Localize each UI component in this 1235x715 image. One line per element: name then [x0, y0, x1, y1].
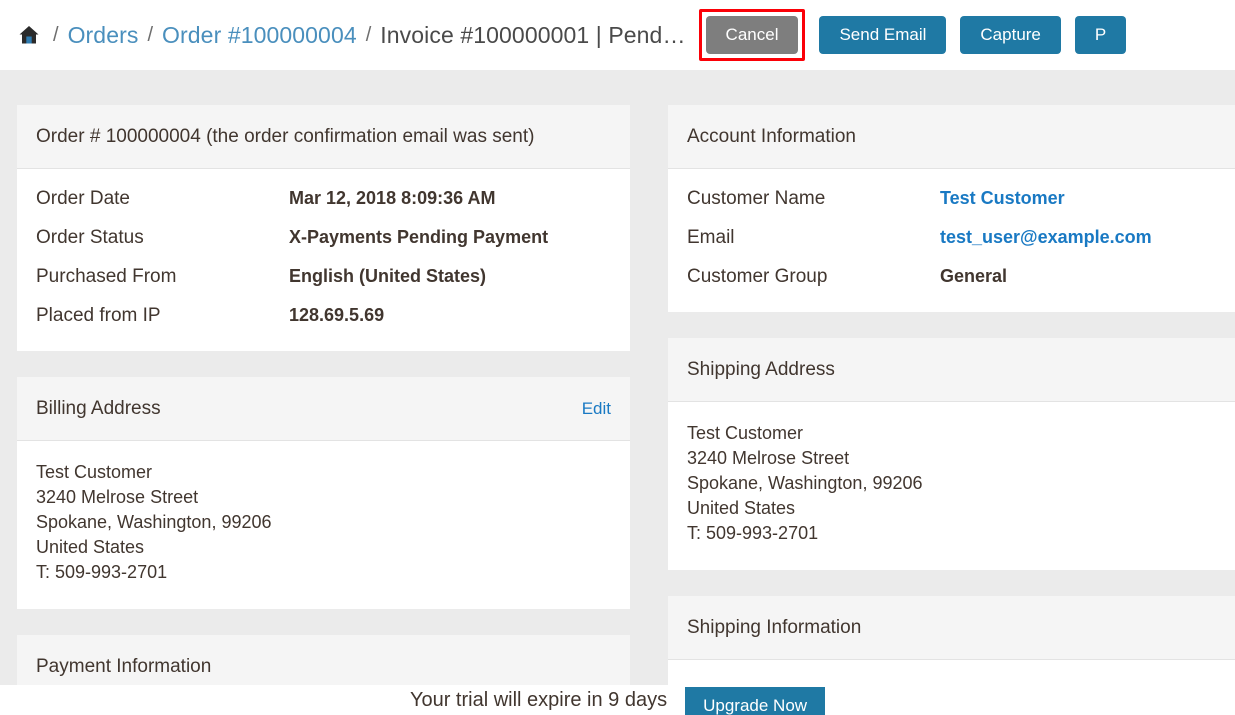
shipping-address-line: T: 509-993-2701 — [687, 523, 819, 543]
shipping-information-header: Shipping Information — [668, 596, 1235, 660]
billing-address-line: United States — [36, 537, 145, 557]
breadcrumb-separator-1: / — [53, 23, 59, 46]
placed-from-ip-row: Placed from IP 128.69.5.69 — [36, 305, 611, 327]
account-information-body: Customer Name Test Customer Email test_u… — [668, 169, 1235, 312]
order-panel-header: Order # 100000004 (the order confirmatio… — [17, 105, 630, 169]
billing-address-line: Test Customer — [36, 462, 153, 482]
shipping-address-header: Shipping Address — [668, 338, 1235, 402]
shipping-address-body: Test Customer 3240 Melrose Street Spokan… — [668, 402, 1235, 570]
order-panel-title: Order # 100000004 (the order confirmatio… — [36, 126, 535, 147]
breadcrumb-separator-2: / — [147, 23, 154, 46]
customer-name-label: Customer Name — [687, 188, 826, 209]
customer-name-value[interactable]: Test Customer — [940, 188, 1065, 209]
upgrade-now-button[interactable]: Upgrade Now — [685, 687, 826, 715]
shipping-address-title: Shipping Address — [687, 359, 835, 380]
order-details-list: Order Date Mar 12, 2018 8:09:36 AM Order… — [36, 188, 611, 327]
order-panel-body: Order Date Mar 12, 2018 8:09:36 AM Order… — [17, 169, 630, 351]
order-status-row: Order Status X-Payments Pending Payment — [36, 227, 611, 249]
billing-address-panel: Billing Address Edit Test Customer 3240 … — [17, 377, 630, 609]
shipping-information-panel: Shipping Information — [668, 596, 1235, 685]
customer-email-value[interactable]: test_user@example.com — [940, 227, 1152, 248]
customer-email-label: Email — [687, 227, 735, 248]
trial-message: Your trial will expire in 9 days — [409, 688, 668, 711]
order-status-label: Order Status — [36, 227, 144, 248]
order-date-value: Mar 12, 2018 8:09:36 AM — [289, 188, 496, 208]
order-panel: Order # 100000004 (the order confirmatio… — [17, 105, 630, 351]
order-date-label: Order Date — [36, 188, 130, 209]
purchased-from-value: English (United States) — [289, 266, 487, 286]
main-content: Order # 100000004 (the order confirmatio… — [0, 70, 1235, 685]
shipping-address-line: 3240 Melrose Street — [687, 448, 850, 468]
left-column: Order # 100000004 (the order confirmatio… — [17, 105, 630, 685]
billing-address-body: Test Customer 3240 Melrose Street Spokan… — [17, 441, 630, 609]
shipping-address-line: Test Customer — [687, 423, 804, 443]
send-email-button[interactable]: Send Email — [819, 16, 947, 54]
customer-group-row: Customer Group General — [687, 266, 1235, 288]
billing-address-header: Billing Address Edit — [17, 377, 630, 441]
customer-email-row: Email test_user@example.com — [687, 227, 1235, 249]
account-information-panel: Account Information Customer Name Test C… — [668, 105, 1235, 312]
shipping-address-line: United States — [687, 498, 796, 518]
shipping-information-title: Shipping Information — [687, 617, 862, 638]
right-column: Account Information Customer Name Test C… — [668, 105, 1235, 685]
order-date-row: Order Date Mar 12, 2018 8:09:36 AM — [36, 188, 611, 210]
home-icon[interactable] — [16, 22, 42, 48]
customer-group-value: General — [940, 266, 1008, 286]
print-button[interactable]: P — [1074, 16, 1127, 54]
purchased-from-label: Purchased From — [36, 266, 177, 287]
payment-information-title: Payment Information — [36, 656, 212, 677]
cancel-button-highlight: Cancel — [698, 9, 806, 61]
order-status-value: X-Payments Pending Payment — [289, 227, 549, 247]
trial-bar: Your trial will expire in 9 days Upgrade… — [0, 685, 1235, 715]
shipping-information-body — [668, 660, 1235, 685]
payment-information-panel: Payment Information — [17, 635, 630, 685]
breadcrumb-item-orders[interactable]: Orders — [68, 22, 139, 49]
capture-button[interactable]: Capture — [960, 16, 1061, 54]
breadcrumb: / Orders / Order #100000004 / Invoice #1… — [0, 22, 686, 49]
placed-from-ip-value: 128.69.5.69 — [289, 305, 385, 325]
account-information-title: Account Information — [687, 126, 856, 147]
account-details-list: Customer Name Test Customer Email test_u… — [687, 188, 1235, 288]
cancel-button[interactable]: Cancel — [705, 16, 799, 54]
purchased-from-row: Purchased From English (United States) — [36, 266, 611, 288]
billing-address-line: Spokane, Washington, 99206 — [36, 512, 272, 532]
breadcrumb-item-order[interactable]: Order #100000004 — [162, 22, 357, 49]
account-information-header: Account Information — [668, 105, 1235, 169]
billing-address-line: 3240 Melrose Street — [36, 487, 199, 507]
customer-name-row: Customer Name Test Customer — [687, 188, 1235, 210]
breadcrumb-item-invoice: Invoice #100000001 | Pend… — [380, 21, 686, 48]
billing-address-line: T: 509-993-2701 — [36, 562, 168, 582]
customer-group-label: Customer Group — [687, 266, 828, 287]
billing-address-edit-link[interactable]: Edit — [582, 399, 611, 419]
billing-address-title: Billing Address — [36, 398, 161, 419]
action-buttons: Cancel Send Email Capture P — [698, 9, 1127, 61]
placed-from-ip-label: Placed from IP — [36, 305, 161, 326]
breadcrumb-separator-3: / — [365, 23, 372, 46]
shipping-address-line: Spokane, Washington, 99206 — [687, 473, 923, 493]
panel-columns: Order # 100000004 (the order confirmatio… — [0, 70, 1235, 685]
payment-information-header: Payment Information — [17, 635, 630, 685]
top-bar: / Orders / Order #100000004 / Invoice #1… — [0, 0, 1235, 70]
shipping-address-panel: Shipping Address Test Customer 3240 Melr… — [668, 338, 1235, 570]
